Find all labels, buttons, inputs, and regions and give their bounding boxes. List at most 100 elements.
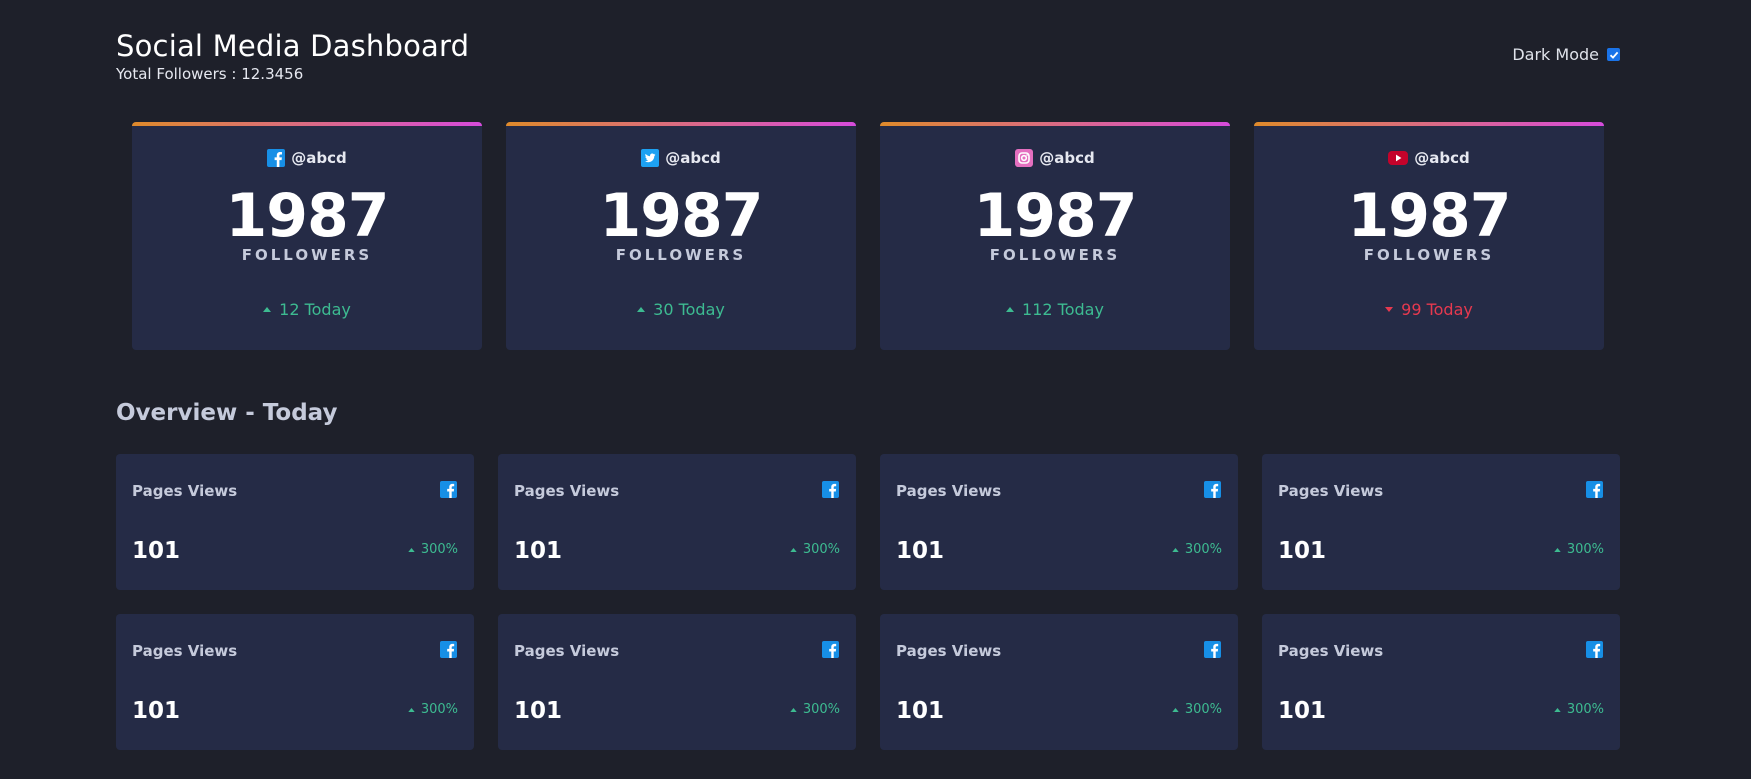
overview-card-label: Pages Views xyxy=(1278,642,1384,660)
dark-mode-toggle[interactable]: Dark Mode xyxy=(1512,45,1620,64)
card-handle: @abcd xyxy=(1254,148,1604,168)
overview-change-text: 300% xyxy=(420,542,458,557)
follower-cards: @abcd 1987 FOLLOWERS 12 Today @abcd 1987… xyxy=(132,122,1604,350)
overview-change-text: 300% xyxy=(802,702,840,717)
overview-card[interactable]: Pages Views 101 300% xyxy=(1262,614,1620,750)
overview-card-change: 300% xyxy=(408,542,458,557)
caret-up-icon xyxy=(408,547,415,552)
total-followers: Yotal Followers : 12.3456 xyxy=(116,65,304,83)
overview-card[interactable]: Pages Views 101 300% xyxy=(880,614,1238,750)
facebook-icon xyxy=(440,481,457,498)
follower-count: 1987 xyxy=(973,181,1138,251)
follower-count: 1987 xyxy=(225,181,390,251)
dashboard-page: Social Media Dashboard Yotal Followers :… xyxy=(0,0,1751,779)
overview-card[interactable]: Pages Views 101 300% xyxy=(880,454,1238,590)
followers-label: FOLLOWERS xyxy=(1363,246,1495,264)
overview-card-change: 300% xyxy=(1554,702,1604,717)
follower-card-instagram[interactable]: @abcd 1987 FOLLOWERS 112 Today xyxy=(880,122,1230,350)
overview-card-label: Pages Views xyxy=(1278,482,1384,500)
caret-up-icon xyxy=(790,707,797,712)
card-handle: @abcd xyxy=(132,148,482,168)
card-accent-bar xyxy=(1254,122,1604,126)
overview-card-value: 101 xyxy=(514,538,563,564)
overview-card-change: 300% xyxy=(1172,702,1222,717)
caret-up-icon xyxy=(1172,547,1179,552)
caret-up-icon xyxy=(790,547,797,552)
followers-label: FOLLOWERS xyxy=(615,246,747,264)
facebook-icon xyxy=(267,149,286,167)
overview-title: Overview - Today xyxy=(116,400,338,426)
overview-change-text: 300% xyxy=(802,542,840,557)
overview-card[interactable]: Pages Views 101 300% xyxy=(1262,454,1620,590)
facebook-icon xyxy=(822,641,839,658)
handle-text: @abcd xyxy=(291,149,347,167)
overview-card-value: 101 xyxy=(1278,698,1327,724)
overview-card-change: 300% xyxy=(790,702,840,717)
overview-card-value: 101 xyxy=(896,538,945,564)
handle-text: @abcd xyxy=(1414,149,1470,167)
caret-up-icon xyxy=(263,307,272,312)
caret-down-icon xyxy=(1385,307,1394,312)
today-change-text: 99 Today xyxy=(1401,300,1473,319)
today-change-text: 30 Today xyxy=(653,300,725,319)
overview-change-text: 300% xyxy=(420,702,458,717)
overview-card-change: 300% xyxy=(1554,542,1604,557)
caret-up-icon xyxy=(1172,707,1179,712)
overview-card[interactable]: Pages Views 101 300% xyxy=(498,614,856,750)
overview-change-text: 300% xyxy=(1566,542,1604,557)
overview-card-value: 101 xyxy=(896,698,945,724)
overview-card-label: Pages Views xyxy=(896,482,1002,500)
card-accent-bar xyxy=(506,122,856,126)
overview-card-value: 101 xyxy=(132,538,181,564)
facebook-icon xyxy=(822,481,839,498)
today-change: 112 Today xyxy=(880,300,1230,319)
handle-text: @abcd xyxy=(1039,149,1095,167)
overview-card-value: 101 xyxy=(1278,538,1327,564)
facebook-icon xyxy=(440,641,457,658)
dark-mode-checkbox[interactable] xyxy=(1607,48,1620,61)
overview-card[interactable]: Pages Views 101 300% xyxy=(498,454,856,590)
overview-card-change: 300% xyxy=(1172,542,1222,557)
card-handle: @abcd xyxy=(506,148,856,168)
header: Social Media Dashboard Yotal Followers :… xyxy=(116,28,1620,88)
overview-change-text: 300% xyxy=(1566,702,1604,717)
instagram-icon xyxy=(1015,149,1034,167)
today-change-text: 112 Today xyxy=(1022,300,1104,319)
facebook-icon xyxy=(1586,481,1603,498)
overview-card-label: Pages Views xyxy=(132,482,238,500)
facebook-icon xyxy=(1204,481,1221,498)
overview-card-change: 300% xyxy=(790,542,840,557)
today-change: 12 Today xyxy=(132,300,482,319)
facebook-icon xyxy=(1586,641,1603,658)
caret-up-icon xyxy=(1554,547,1561,552)
follower-card-twitter[interactable]: @abcd 1987 FOLLOWERS 30 Today xyxy=(506,122,856,350)
twitter-icon xyxy=(641,149,660,167)
followers-label: FOLLOWERS xyxy=(241,246,373,264)
youtube-icon xyxy=(1388,151,1409,165)
overview-card[interactable]: Pages Views 101 300% xyxy=(116,614,474,750)
today-change: 30 Today xyxy=(506,300,856,319)
caret-up-icon xyxy=(408,707,415,712)
overview-change-text: 300% xyxy=(1184,542,1222,557)
overview-card-label: Pages Views xyxy=(132,642,238,660)
page-title: Social Media Dashboard xyxy=(116,29,470,63)
dark-mode-label: Dark Mode xyxy=(1512,45,1599,64)
follower-count: 1987 xyxy=(599,181,764,251)
followers-label: FOLLOWERS xyxy=(989,246,1121,264)
today-change: 99 Today xyxy=(1254,300,1604,319)
overview-change-text: 300% xyxy=(1184,702,1222,717)
card-accent-bar xyxy=(132,122,482,126)
overview-card-change: 300% xyxy=(408,702,458,717)
follower-card-youtube[interactable]: @abcd 1987 FOLLOWERS 99 Today xyxy=(1254,122,1604,350)
handle-text: @abcd xyxy=(665,149,721,167)
overview-card-label: Pages Views xyxy=(514,482,620,500)
follower-card-facebook[interactable]: @abcd 1987 FOLLOWERS 12 Today xyxy=(132,122,482,350)
card-handle: @abcd xyxy=(880,148,1230,168)
card-accent-bar xyxy=(880,122,1230,126)
overview-card-label: Pages Views xyxy=(896,642,1002,660)
overview-card[interactable]: Pages Views 101 300% xyxy=(116,454,474,590)
caret-up-icon xyxy=(1554,707,1561,712)
checkmark-icon xyxy=(1609,51,1618,59)
overview-card-value: 101 xyxy=(514,698,563,724)
overview-card-value: 101 xyxy=(132,698,181,724)
